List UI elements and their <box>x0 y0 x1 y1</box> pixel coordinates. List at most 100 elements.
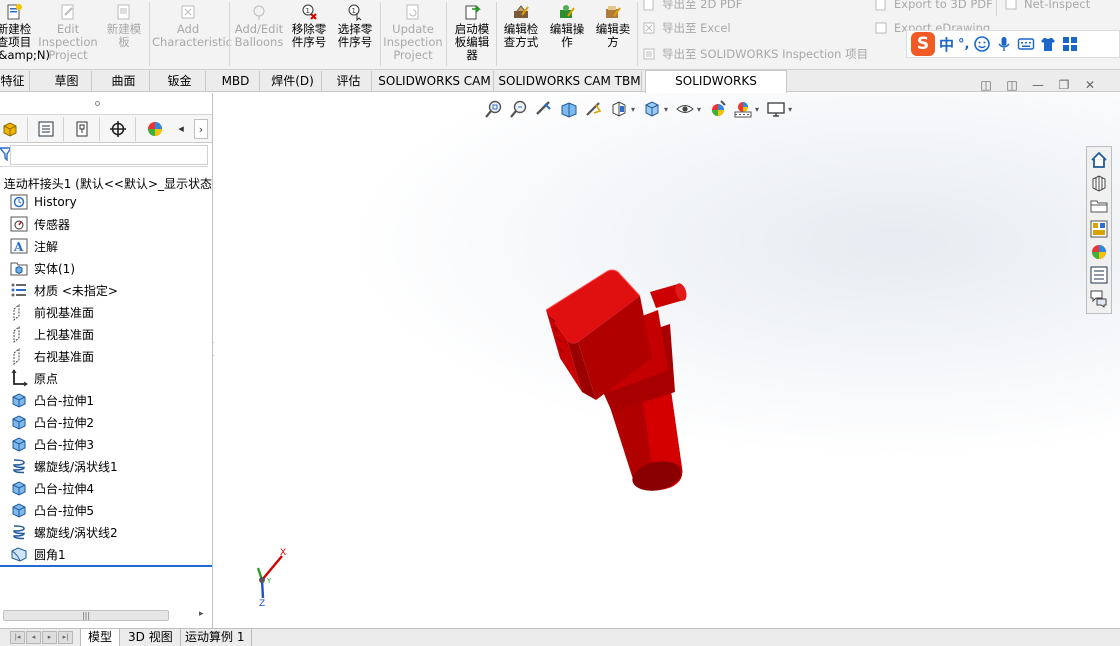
export-2d-pdf-button[interactable]: 导出至 2D PDF <box>642 0 742 14</box>
tabs-scroll-left-button[interactable]: ◂ <box>174 119 188 139</box>
view-palette-icon[interactable] <box>1089 219 1109 239</box>
file-explorer-icon[interactable] <box>1089 196 1109 216</box>
edit-operation-button[interactable]: 编辑操 作 <box>545 0 589 66</box>
skin-shirt-icon[interactable] <box>1039 35 1057 53</box>
emoji-icon[interactable] <box>973 35 991 53</box>
display-style-dropdown[interactable]: ▾ <box>664 105 668 114</box>
tab-solidworks-inspection[interactable]: SOLIDWORKS Inspection <box>645 70 787 108</box>
add-edit-balloons-button[interactable]: Add/Edit Balloons <box>233 0 285 66</box>
dynamic-annotation-icon[interactable] <box>584 99 604 119</box>
tab-3d-views[interactable]: 3D 视图 <box>121 629 181 646</box>
tab-motion-study-1[interactable]: 运动算例 1 <box>178 629 253 646</box>
configuration-manager-tab[interactable] <box>64 117 100 141</box>
new-template-button[interactable]: 新建模 板 <box>102 0 146 66</box>
launch-template-editor-button[interactable]: 启动模 板编辑 器 <box>450 0 494 66</box>
display-style-icon[interactable] <box>642 99 662 119</box>
edit-inspection-project-button[interactable]: Edit Inspection Project <box>38 0 98 66</box>
hide-show-items-icon[interactable] <box>675 99 695 119</box>
tab-mbd[interactable]: MBD <box>212 71 260 92</box>
filter-input[interactable] <box>10 145 208 165</box>
restore-icon[interactable]: ❐ <box>1056 78 1072 92</box>
tree-item-boss-extrude-3[interactable]: 凸台-拉伸3 <box>10 433 94 455</box>
edit-vendor-button[interactable]: 编辑卖 方 <box>591 0 635 66</box>
home-icon[interactable] <box>1089 150 1109 170</box>
tree-item-helix-2[interactable]: 螺旋线/涡状线2 <box>10 521 118 543</box>
tab-solidworks-cam[interactable]: SOLIDWORKS CAM <box>376 71 494 92</box>
tree-item-boss-extrude-4[interactable]: 凸台-拉伸4 <box>10 477 94 499</box>
prev-tab-icon[interactable]: ◂ <box>26 631 41 644</box>
last-tab-icon[interactable]: ▸| <box>58 631 73 644</box>
close-icon[interactable]: ✕ <box>1082 78 1098 92</box>
tree-item-top-plane[interactable]: 上视基准面 <box>10 323 94 345</box>
tree-item-annotations[interactable]: A 注解 <box>10 235 58 257</box>
tab-sketch[interactable]: 草图 <box>42 71 92 92</box>
tab-evaluate[interactable]: 评估 <box>326 71 372 92</box>
tree-root-part[interactable]: 连动杆接头1 (默认<<默认>_显示状态 <box>0 173 212 193</box>
design-library-icon[interactable] <box>1089 173 1109 193</box>
add-characteristic-button[interactable]: Add Characteristic <box>152 0 232 66</box>
view-orientation-dropdown[interactable]: ▾ <box>631 105 635 114</box>
toolbox-grid-icon[interactable] <box>1061 35 1079 53</box>
keyboard-icon[interactable] <box>1017 35 1035 53</box>
ime-toolbar[interactable]: S 中 °, <box>906 30 1120 58</box>
export-sw-inspection-project-button[interactable]: 导出至 SOLIDWORKS Inspection 项目 <box>642 44 868 64</box>
tree-item-boss-extrude-2[interactable]: 凸台-拉伸2 <box>10 411 94 433</box>
minimize-icon[interactable]: — <box>1030 78 1046 92</box>
tree-horizontal-scrollbar[interactable]: ||| ▸ <box>0 607 212 624</box>
new-inspection-project-button[interactable]: 新建检 查项目 (&amp;N) <box>0 0 50 66</box>
tab-surfaces[interactable]: 曲面 <box>98 71 150 92</box>
tree-item-origin[interactable]: 原点 <box>10 367 58 389</box>
first-tab-icon[interactable]: |◂ <box>10 631 25 644</box>
forum-icon[interactable] <box>1089 288 1109 308</box>
scrollbar-thumb[interactable]: ||| <box>3 610 169 621</box>
view-settings-icon[interactable] <box>766 99 786 119</box>
tabs-scroll-right-button[interactable]: › <box>194 119 208 139</box>
ime-mode-toggle[interactable]: 中 <box>939 34 954 55</box>
edit-inspection-method-button[interactable]: 编辑检 查方式 <box>499 0 543 66</box>
tree-item-material[interactable]: 材质 <未指定> <box>10 279 118 301</box>
tree-item-fillet-1[interactable]: 圆角1 <box>10 543 66 565</box>
pane-grip-icon[interactable] <box>95 101 100 106</box>
view-settings-dropdown[interactable]: ▾ <box>788 105 792 114</box>
next-tab-icon[interactable]: ▸ <box>42 631 57 644</box>
rollback-bar[interactable] <box>0 565 212 567</box>
tree-item-sensors[interactable]: 传感器 <box>10 213 70 235</box>
previous-view-icon[interactable] <box>534 99 554 119</box>
tree-item-boss-extrude-1[interactable]: 凸台-拉伸1 <box>10 389 94 411</box>
tree-item-boss-extrude-5[interactable]: 凸台-拉伸5 <box>10 499 94 521</box>
zoom-to-area-icon[interactable] <box>509 99 529 119</box>
feature-manager-tab[interactable] <box>0 117 28 141</box>
tree-item-helix-1[interactable]: 螺旋线/涡状线1 <box>10 455 118 477</box>
apply-scene-dropdown[interactable]: ▾ <box>755 105 759 114</box>
view-orientation-icon[interactable] <box>609 99 629 119</box>
appearances-scenes-icon[interactable] <box>1089 242 1109 262</box>
net-inspect-button[interactable]: Net-Inspect <box>1004 0 1090 14</box>
microphone-icon[interactable] <box>995 35 1013 53</box>
sogou-logo-icon[interactable]: S <box>911 32 935 56</box>
zoom-to-fit-icon[interactable] <box>484 99 504 119</box>
scroll-right-arrow-icon[interactable]: ▸ <box>199 609 204 619</box>
property-manager-tab[interactable] <box>28 117 64 141</box>
export-excel-button[interactable]: 导出至 Excel <box>642 18 731 38</box>
tab-features[interactable]: 特征 <box>0 71 30 92</box>
tab-weldments[interactable]: 焊件(D) <box>264 71 322 92</box>
remove-part-sequence-button[interactable]: 1 移除零 件序号 <box>287 0 331 66</box>
update-inspection-project-button[interactable]: Update Inspection Project <box>383 0 443 66</box>
edit-appearance-icon[interactable] <box>708 99 728 119</box>
tile-right-icon[interactable]: ◫ <box>1004 78 1020 92</box>
part-3d-model[interactable] <box>540 262 690 502</box>
custom-properties-icon[interactable] <box>1089 265 1109 285</box>
section-view-icon[interactable] <box>559 99 579 119</box>
select-part-sequence-button[interactable]: 1 选择零 件序号 <box>333 0 377 66</box>
display-manager-tab[interactable] <box>136 117 174 141</box>
export-3d-pdf-button[interactable]: Export to 3D PDF <box>874 0 993 14</box>
tree-item-solid-bodies[interactable]: 实体(1) <box>10 257 75 279</box>
dimxpert-manager-tab[interactable] <box>100 117 136 141</box>
tab-solidworks-cam-tbm[interactable]: SOLIDWORKS CAM TBM <box>498 71 642 92</box>
tile-left-icon[interactable]: ◫ <box>978 78 994 92</box>
tree-item-history[interactable]: History <box>10 191 77 213</box>
tree-item-front-plane[interactable]: 前视基准面 <box>10 301 94 323</box>
tab-sheet-metal[interactable]: 钣金 <box>154 71 206 92</box>
tab-model[interactable]: 模型 <box>80 629 121 646</box>
hide-show-dropdown[interactable]: ▾ <box>697 105 701 114</box>
